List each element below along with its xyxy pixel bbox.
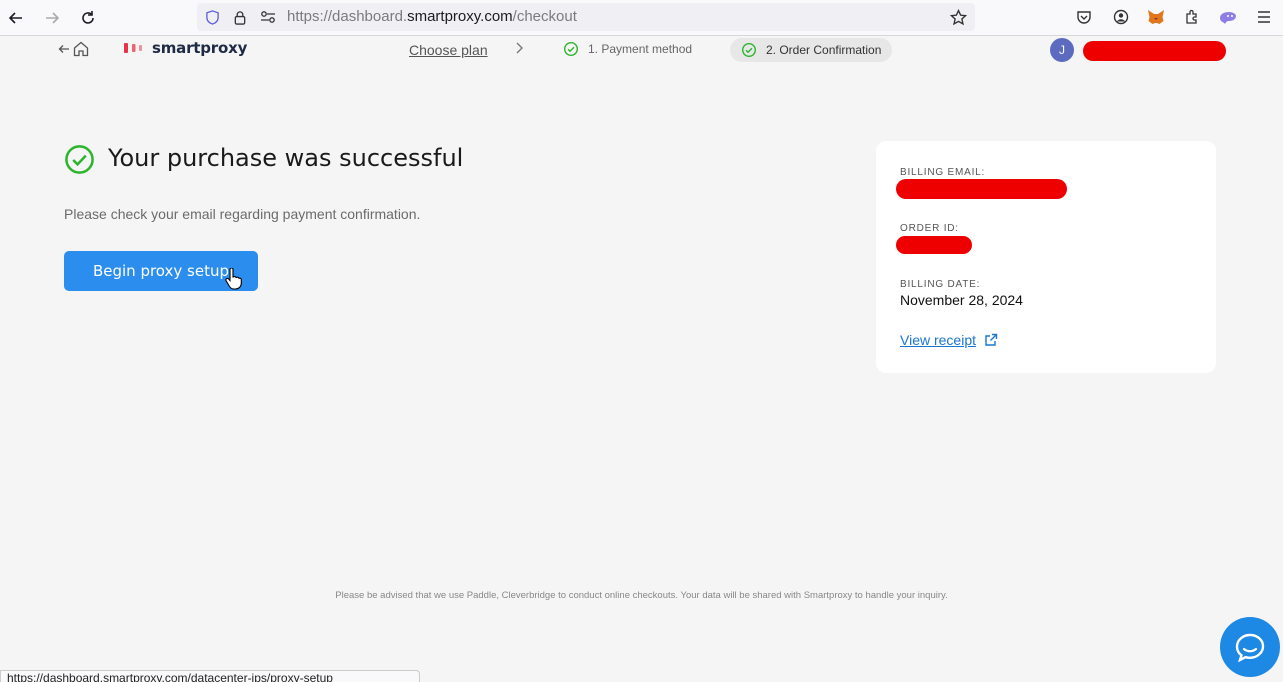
- status-bar-url: https://dashboard.smartproxy.com/datacen…: [0, 670, 420, 682]
- app-header: smartproxy Choose plan 1. Payment method…: [0, 36, 1283, 64]
- account-icon[interactable]: [1110, 6, 1132, 28]
- billing-date-value: November 28, 2024: [900, 292, 1023, 308]
- chat-icon: [1235, 633, 1265, 662]
- browser-toolbar: https://dashboard.smartproxy.com/checkou…: [0, 0, 1283, 36]
- step-payment-method: 1. Payment method: [563, 41, 692, 57]
- redacted-username: [1083, 41, 1226, 61]
- avatar[interactable]: J: [1050, 38, 1074, 62]
- home-icon[interactable]: [72, 40, 90, 58]
- shield-icon[interactable]: [202, 7, 222, 27]
- back-arrow-icon[interactable]: [58, 43, 70, 55]
- reload-icon[interactable]: [76, 6, 100, 30]
- hand-cursor-icon: [225, 268, 242, 290]
- lock-icon[interactable]: [230, 7, 250, 27]
- chat-widget-button[interactable]: [1220, 617, 1280, 677]
- chevron-right-icon: [516, 42, 523, 54]
- billing-summary-card: BILLING EMAIL: ORDER ID: BILLING DATE: N…: [876, 141, 1216, 373]
- step-payment-label: 1. Payment method: [588, 42, 693, 56]
- view-receipt-link[interactable]: View receipt: [900, 332, 998, 348]
- back-home-link[interactable]: [58, 40, 90, 58]
- billing-email-label: BILLING EMAIL:: [900, 167, 986, 178]
- pocket-icon[interactable]: [1073, 6, 1095, 28]
- checkout-disclaimer: Please be advised that we use Paddle, Cl…: [335, 590, 948, 601]
- forward-arrow-icon[interactable]: [40, 6, 64, 30]
- url-text[interactable]: https://dashboard.smartproxy.com/checkou…: [287, 8, 577, 25]
- url-bar[interactable]: https://dashboard.smartproxy.com/checkou…: [197, 3, 975, 31]
- external-link-icon: [985, 333, 998, 346]
- redacted-billing-email: [896, 179, 1067, 199]
- smartproxy-logo-mark: [124, 43, 142, 53]
- step-choose-plan[interactable]: Choose plan: [409, 42, 488, 58]
- bookmark-star-icon[interactable]: [948, 7, 968, 27]
- redacted-order-id: [896, 236, 972, 254]
- order-id-label: ORDER ID:: [900, 223, 959, 234]
- check-circle-icon: [563, 41, 579, 57]
- step-order-confirmation: 2. Order Confirmation: [730, 38, 893, 62]
- smartproxy-logo[interactable]: smartproxy: [124, 39, 247, 57]
- menu-icon[interactable]: [1253, 6, 1275, 28]
- back-arrow-icon[interactable]: [4, 6, 28, 30]
- view-receipt-label: View receipt: [900, 332, 977, 348]
- check-circle-icon: [741, 42, 757, 58]
- billing-date-label: BILLING DATE:: [900, 279, 981, 290]
- metamask-icon[interactable]: [1145, 6, 1167, 28]
- step-order-label: 2. Order Confirmation: [766, 43, 882, 57]
- extensions-icon[interactable]: [1181, 6, 1203, 28]
- logo-text: smartproxy: [152, 39, 248, 57]
- check-circle-icon: [65, 145, 94, 174]
- page-title: Your purchase was successful: [108, 144, 464, 172]
- permissions-icon[interactable]: [258, 7, 278, 27]
- extension-icon[interactable]: [1217, 6, 1239, 28]
- confirmation-message: Please check your email regarding paymen…: [64, 206, 421, 222]
